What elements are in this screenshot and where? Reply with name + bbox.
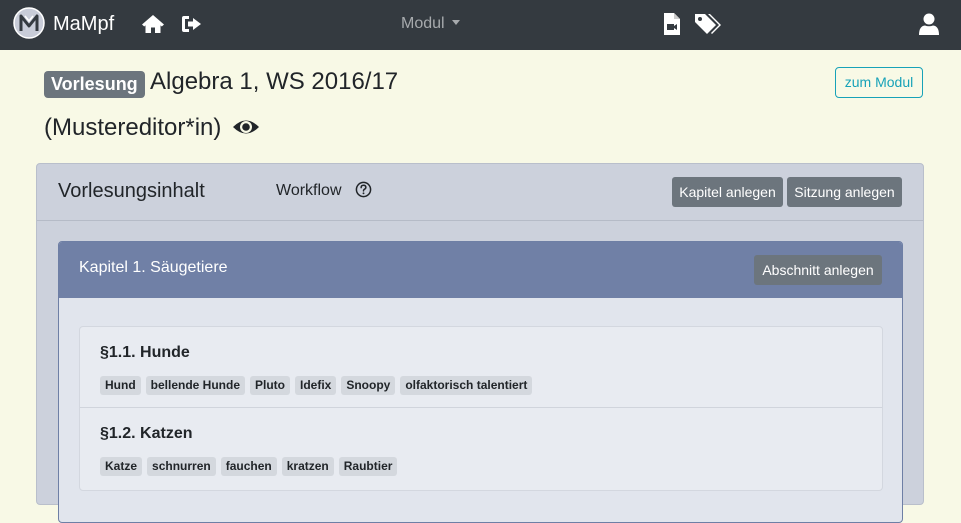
- file-video-icon[interactable]: [660, 12, 684, 36]
- tag[interactable]: Hund: [100, 376, 141, 395]
- eye-icon[interactable]: [232, 115, 260, 139]
- section-title[interactable]: §1.1. Hunde: [100, 344, 190, 362]
- tag-list: Hund bellende Hunde Pluto Idefix Snoopy …: [100, 376, 533, 395]
- top-navbar: MaMpf Modul: [0, 0, 961, 50]
- caret-down-icon: [451, 20, 460, 25]
- editor-label: (Mustereditor*in): [44, 114, 222, 141]
- tag[interactable]: bellende Hunde: [145, 376, 245, 395]
- tag[interactable]: Raubtier: [338, 457, 398, 476]
- brand-name[interactable]: MaMpf: [53, 13, 114, 36]
- tag[interactable]: Pluto: [250, 376, 290, 395]
- mampf-logo-icon[interactable]: [13, 7, 45, 39]
- add-session-button[interactable]: Sitzung anlegen: [787, 177, 902, 207]
- lecture-content-card: Vorlesungsinhalt Workflow Kapitel anlege…: [36, 163, 924, 523]
- add-chapter-button[interactable]: Kapitel anlegen: [672, 177, 783, 207]
- chapter-card: Kapitel 1. Säugetiere Abschnitt anlegen …: [58, 241, 903, 523]
- section-title[interactable]: §1.2. Katzen: [100, 425, 192, 443]
- chapter-header: Kapitel 1. Säugetiere Abschnitt anlegen: [59, 242, 902, 298]
- tag-list: Katze schnurren fauchen kratzen Raubtier: [100, 457, 398, 476]
- tag[interactable]: Idefix: [295, 376, 337, 395]
- card-title: Vorlesungsinhalt: [58, 180, 205, 202]
- tag[interactable]: Snoopy: [341, 376, 396, 395]
- modul-dropdown[interactable]: Modul: [401, 15, 460, 33]
- to-module-button[interactable]: zum Modul: [835, 67, 923, 98]
- section-item: §1.1. Hunde Hund bellende Hunde Pluto Id…: [80, 327, 882, 407]
- lecture-badge: Vorlesung: [44, 71, 145, 98]
- workflow-label: Workflow: [276, 182, 342, 199]
- tag[interactable]: kratzen: [281, 457, 334, 476]
- section-list: §1.1. Hunde Hund bellende Hunde Pluto Id…: [79, 326, 883, 491]
- tags-icon[interactable]: [694, 12, 722, 36]
- section-item: §1.2. Katzen Katze schnurren fauchen kra…: [80, 407, 882, 488]
- tag[interactable]: olfaktorisch talentiert: [400, 376, 533, 395]
- tag[interactable]: fauchen: [220, 457, 277, 476]
- sign-out-icon[interactable]: [180, 12, 204, 36]
- tag[interactable]: Katze: [100, 457, 143, 476]
- home-icon[interactable]: [141, 12, 165, 36]
- question-circle-icon[interactable]: [355, 181, 372, 198]
- modul-dropdown-label: Modul: [401, 15, 445, 32]
- tag[interactable]: schnurren: [147, 457, 216, 476]
- chapter-title[interactable]: Kapitel 1. Säugetiere: [79, 259, 228, 277]
- add-section-button[interactable]: Abschnitt anlegen: [754, 255, 882, 285]
- card-header: Vorlesungsinhalt Workflow Kapitel anlege…: [37, 164, 923, 221]
- user-icon[interactable]: [917, 12, 941, 36]
- page-title: Algebra 1, WS 2016/17: [150, 68, 399, 95]
